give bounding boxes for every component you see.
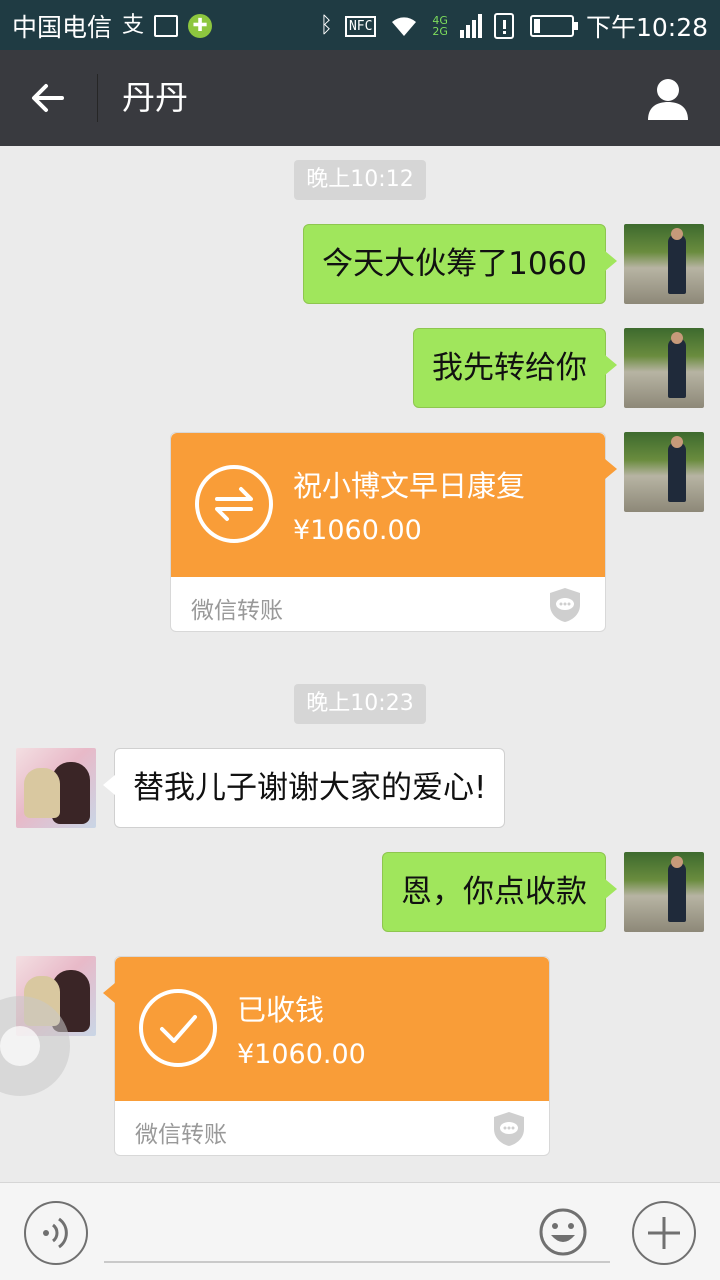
alipay-icon: 支 [122, 13, 145, 38]
message-text: 替我儿子谢谢大家的爱心! [133, 770, 487, 806]
checkmark-icon [139, 989, 217, 1067]
message-timestamp: 晚上10:12 [0, 160, 720, 200]
chat-info-button[interactable] [644, 74, 692, 122]
timestamp-label: 晚上10:23 [294, 684, 426, 724]
network-type-icon: 4G 2G [432, 15, 448, 37]
shield-chat-icon [550, 588, 580, 622]
message-bubble-sent[interactable]: 今天大伙筹了1060 [303, 224, 617, 304]
message-bubble-sent[interactable]: 恩，你点收款 [382, 852, 617, 932]
shield-chat-icon [494, 1112, 524, 1146]
voice-input-button[interactable] [24, 1201, 88, 1265]
status-time: 下午10:28 [585, 13, 708, 42]
chat-header: 丹丹 [0, 50, 720, 146]
arrow-left-icon [32, 84, 64, 112]
sim-alert-icon [493, 13, 514, 39]
carrier-label: 中国电信 [12, 13, 113, 42]
net-2g-label: 2G [432, 25, 448, 38]
transfer-status: 已收钱 [237, 993, 325, 1027]
person-icon [648, 79, 688, 120]
smiley-icon [539, 1208, 587, 1256]
emoji-button[interactable] [538, 1207, 588, 1257]
back-button[interactable] [18, 70, 78, 126]
nfc-icon: NFC [344, 15, 377, 37]
my-avatar[interactable] [624, 328, 704, 408]
transfer-card-sent[interactable]: 祝小博文早日康复 ¥1060.00 微信转账 [170, 432, 617, 632]
more-actions-button[interactable] [632, 1201, 696, 1265]
game-app-icon: ✚ [188, 14, 213, 38]
transfer-label: 微信转账 [135, 1122, 227, 1148]
my-avatar[interactable] [624, 224, 704, 304]
battery-icon [529, 15, 578, 37]
wifi-icon [392, 17, 417, 36]
plus-icon [648, 1217, 680, 1249]
message-bubble-sent[interactable]: 我先转给你 [413, 328, 617, 408]
transfer-label: 微信转账 [191, 598, 283, 624]
header-divider [97, 74, 98, 122]
friend-avatar[interactable] [16, 748, 96, 828]
message-text: 恩，你点收款 [401, 874, 587, 910]
signal-icon [459, 14, 482, 38]
my-avatar[interactable] [624, 852, 704, 932]
timestamp-label: 晚上10:12 [294, 160, 426, 200]
transfer-card-header: 已收钱 ¥1060.00 [115, 957, 549, 1101]
message-text: 今天大伙筹了1060 [322, 246, 587, 282]
transfer-card-received[interactable]: 已收钱 ¥1060.00 微信转账 [103, 956, 550, 1156]
transfer-card-header: 祝小博文早日康复 ¥1060.00 [171, 433, 605, 577]
voice-wave-icon [43, 1217, 68, 1249]
bluetooth-icon: ᛒ [319, 13, 333, 38]
message-input[interactable] [104, 1203, 610, 1263]
transfer-note: 祝小博文早日康复 [293, 469, 526, 503]
message-text: 我先转给你 [432, 350, 587, 386]
transfer-amount: ¥1060.00 [293, 515, 422, 546]
my-avatar[interactable] [624, 432, 704, 512]
chat-input-bar [0, 1182, 720, 1280]
swap-arrows-icon [195, 465, 273, 543]
gallery-icon [154, 15, 179, 37]
status-bar: 中国电信 支 ✚ ᛒ NFC 4G 2G 下午10:28 [0, 0, 720, 50]
chat-title: 丹丹 [122, 78, 188, 117]
message-bubble-received[interactable]: 替我儿子谢谢大家的爱心! [102, 748, 506, 828]
message-timestamp: 晚上10:23 [0, 684, 720, 724]
transfer-amount: ¥1060.00 [237, 1039, 366, 1070]
